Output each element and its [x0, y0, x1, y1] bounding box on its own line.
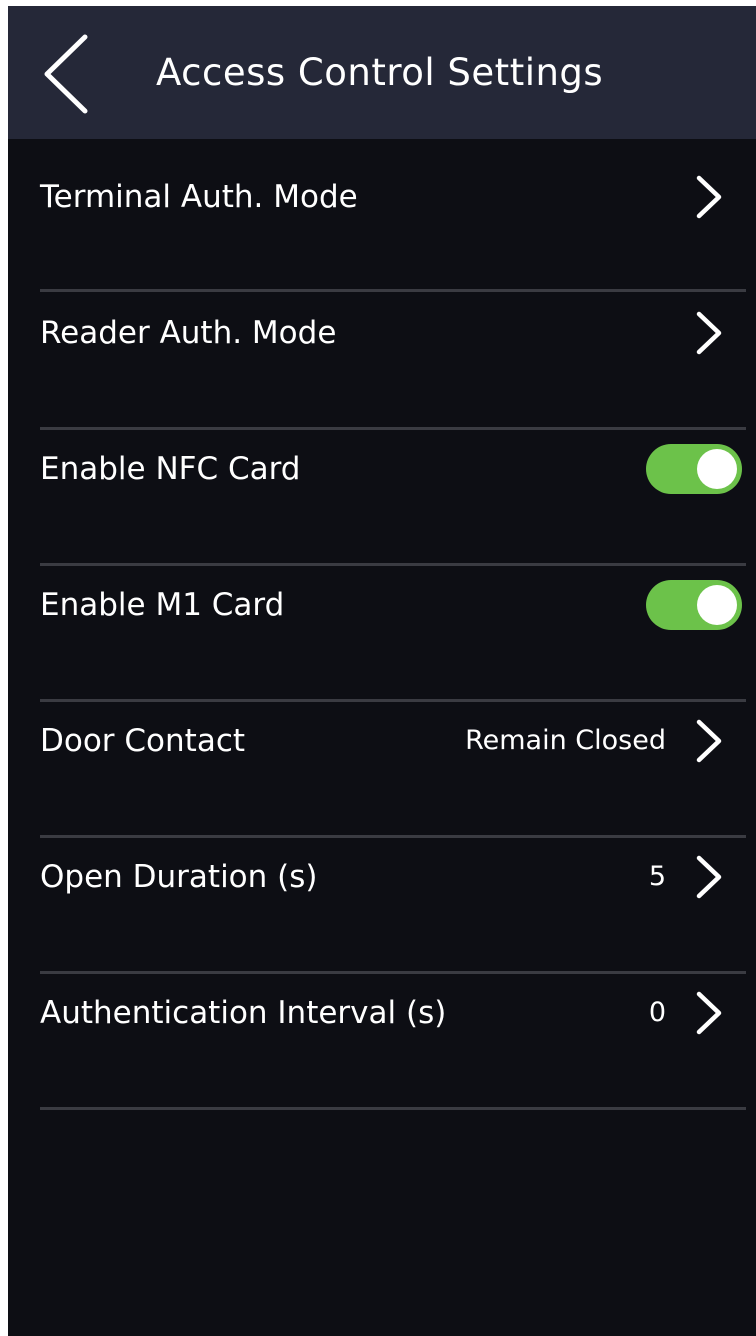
- authentication-interval-value: 0: [648, 997, 666, 1028]
- page-title: Access Control Settings: [156, 51, 604, 94]
- settings-row-enable-nfc-card: Enable NFC Card: [8, 411, 756, 566]
- back-button[interactable]: [38, 32, 94, 116]
- door-contact-value: Remain Closed: [465, 725, 666, 756]
- chevron-right-icon[interactable]: [694, 991, 724, 1035]
- settings-row-label: Open Duration (s): [40, 859, 318, 895]
- settings-row-label: Terminal Auth. Mode: [40, 179, 358, 215]
- row-divider: [40, 1107, 746, 1110]
- toggle-knob: [697, 449, 737, 489]
- chevron-right-icon[interactable]: [694, 855, 724, 899]
- settings-list: Terminal Auth. Mode Reader Auth. Mode En…: [8, 139, 756, 1110]
- settings-row-label: Enable NFC Card: [40, 451, 301, 487]
- settings-row-label: Reader Auth. Mode: [40, 315, 337, 351]
- nfc-card-toggle[interactable]: [646, 444, 742, 494]
- settings-row-terminal-auth-mode[interactable]: Terminal Auth. Mode: [8, 139, 756, 292]
- settings-row-label: Authentication Interval (s): [40, 995, 447, 1031]
- settings-row-door-contact[interactable]: Door Contact Remain Closed: [8, 683, 756, 838]
- header-bar: Access Control Settings: [8, 6, 756, 139]
- settings-row-label: Door Contact: [40, 723, 246, 759]
- open-duration-value: 5: [648, 861, 666, 892]
- chevron-left-icon: [44, 34, 88, 114]
- settings-row-open-duration[interactable]: Open Duration (s) 5: [8, 819, 756, 974]
- settings-row-authentication-interval[interactable]: Authentication Interval (s) 0: [8, 955, 756, 1110]
- chevron-right-icon[interactable]: [694, 719, 724, 763]
- settings-row-reader-auth-mode[interactable]: Reader Auth. Mode: [8, 275, 756, 430]
- chevron-right-icon[interactable]: [694, 311, 724, 355]
- m1-card-toggle[interactable]: [646, 580, 742, 630]
- access-control-settings-screen: Access Control Settings Terminal Auth. M…: [8, 6, 756, 1336]
- settings-row-label: Enable M1 Card: [40, 587, 285, 623]
- toggle-knob: [697, 585, 737, 625]
- settings-row-enable-m1-card: Enable M1 Card: [8, 547, 756, 702]
- chevron-right-icon[interactable]: [694, 175, 724, 219]
